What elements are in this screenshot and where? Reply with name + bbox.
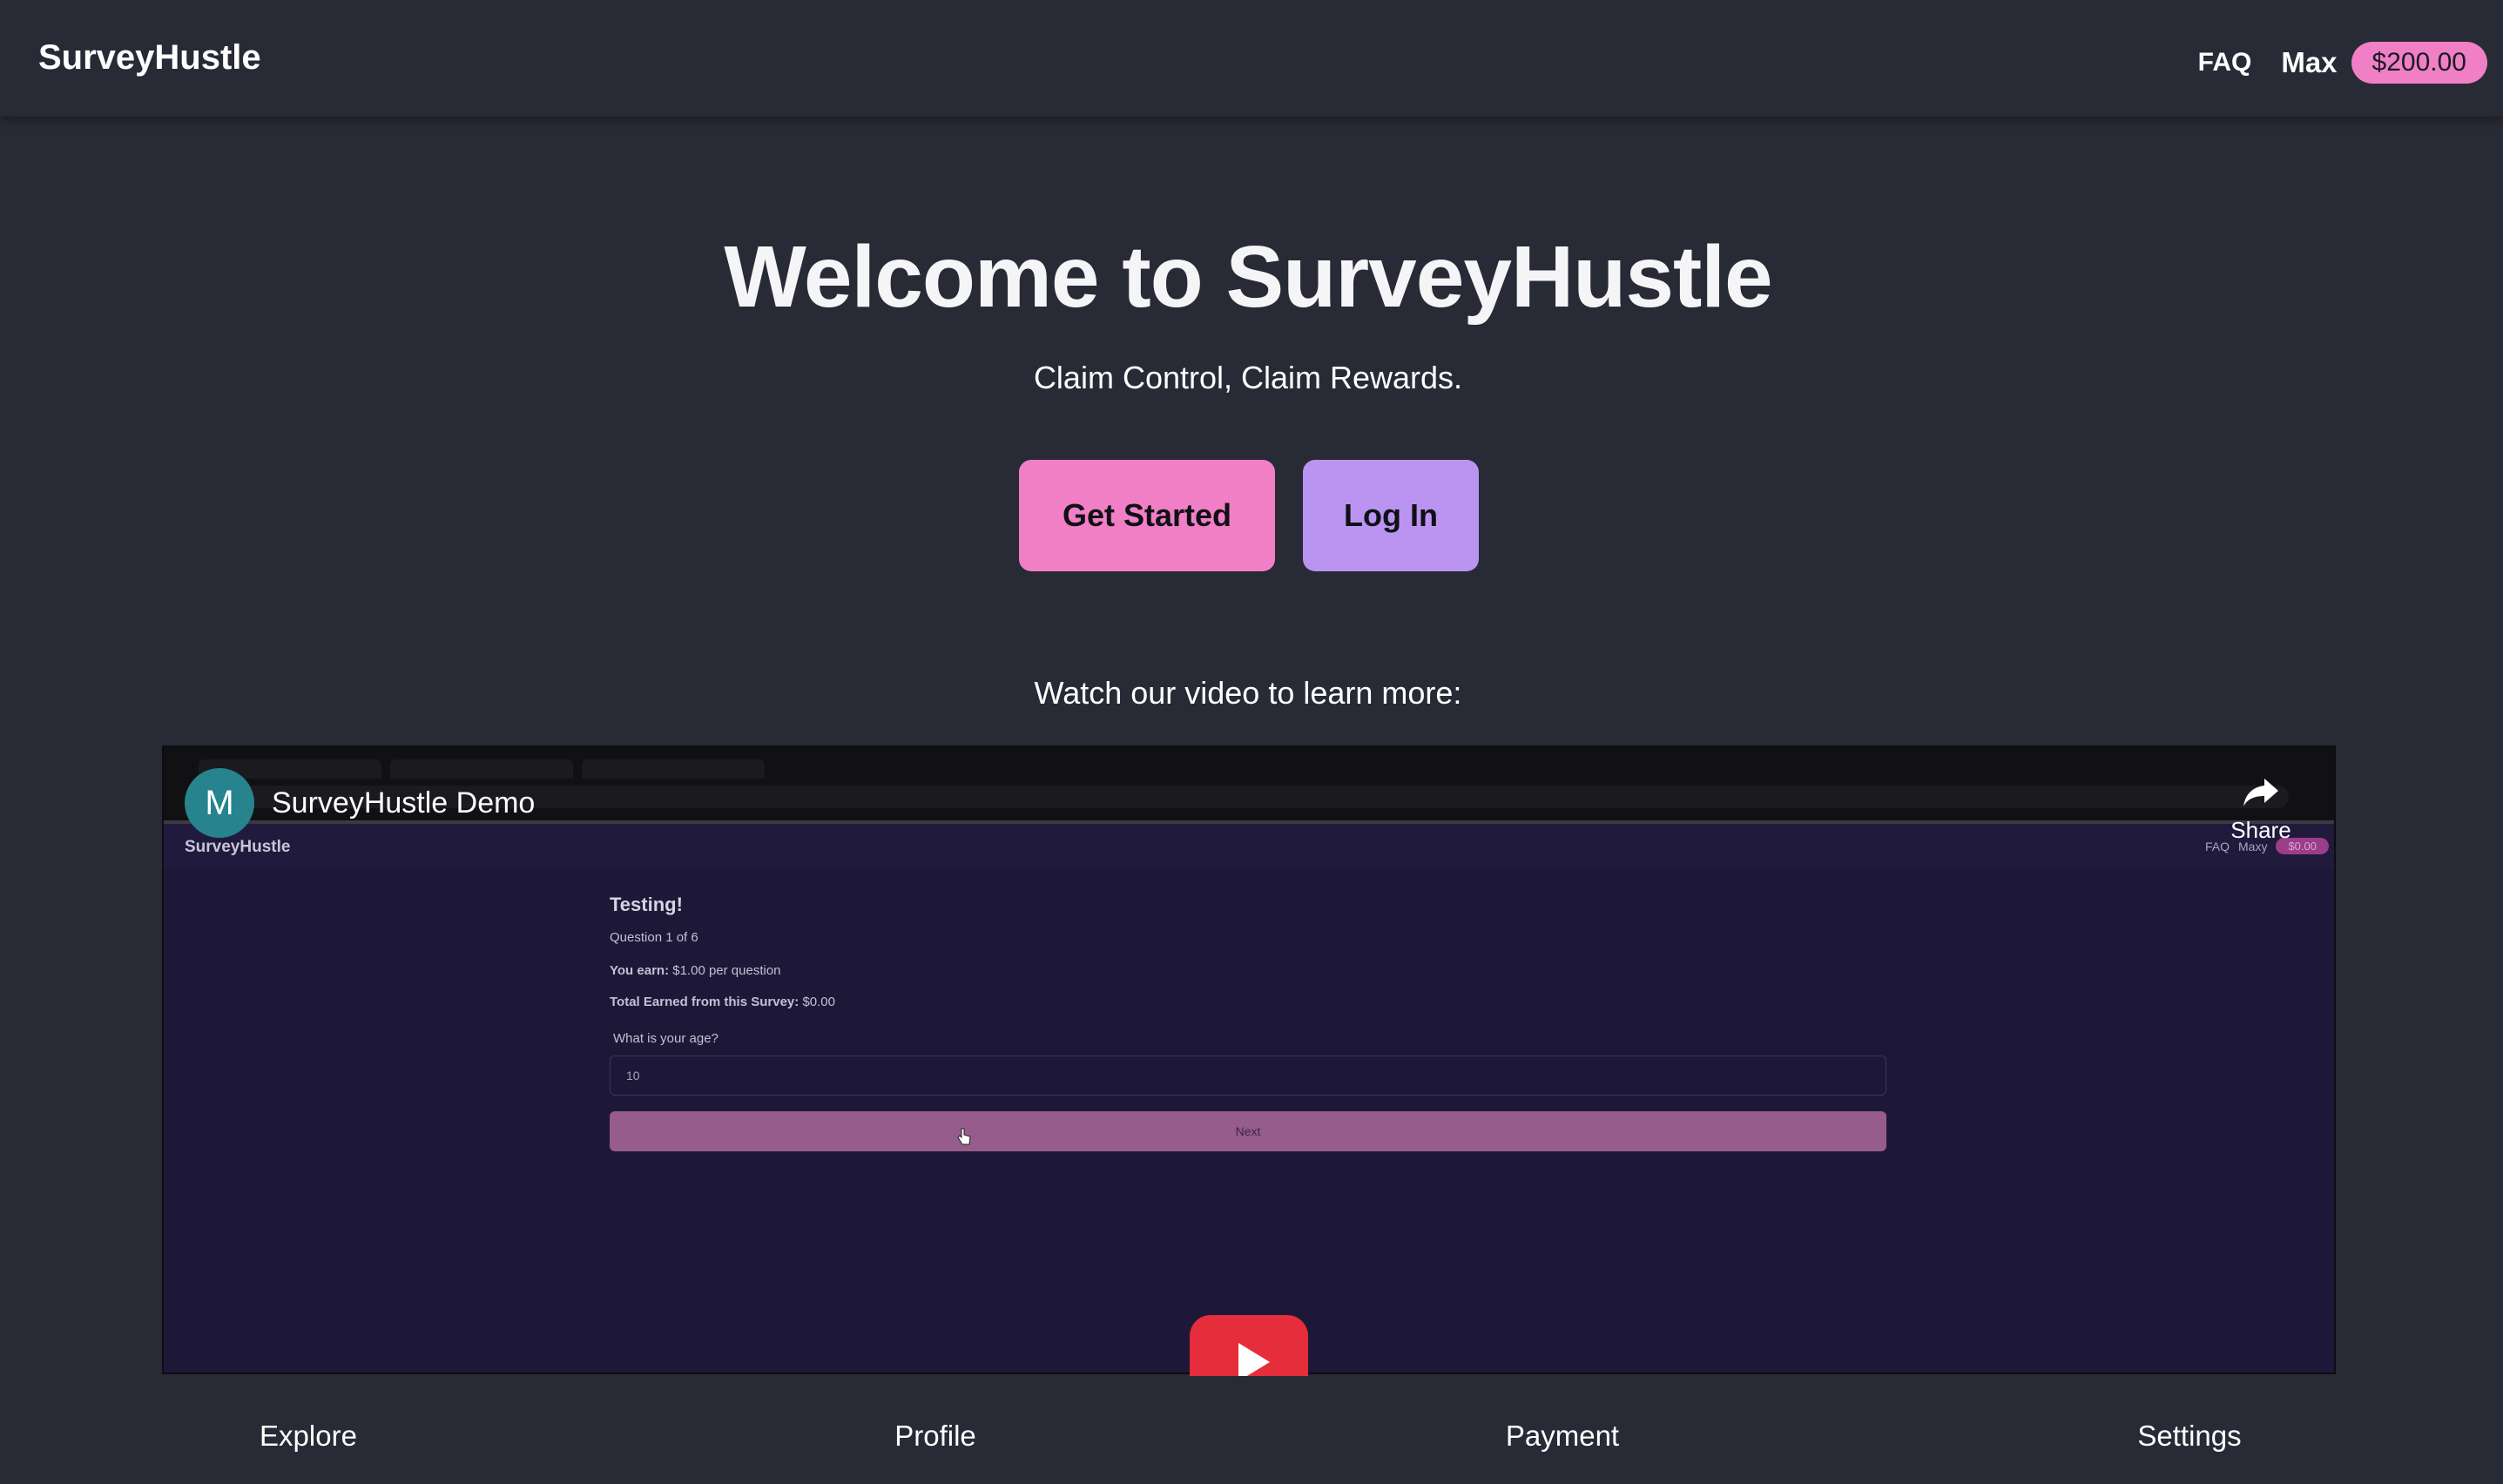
get-started-button[interactable]: Get Started [1019,460,1275,571]
video-preview-total-label: Total Earned from this Survey: [610,995,799,1009]
bottom-nav-payment[interactable]: Payment [1388,1420,1737,1453]
share-button[interactable]: Share [2226,770,2296,844]
video-preview-total: Total Earned from this Survey: $0.00 [610,995,835,1009]
mouse-cursor-icon [957,1128,971,1145]
video-preview-next-button: Next [610,1111,1886,1151]
channel-avatar[interactable]: M [185,768,254,838]
nav-right: FAQ Max $200.00 [2198,42,2487,84]
user-menu[interactable]: Max [2281,46,2337,79]
video-preview-question: What is your age? [613,1031,719,1046]
video-caption: Watch our video to learn more: [1034,675,1462,711]
share-icon [2243,779,2278,806]
video-title[interactable]: SurveyHustle Demo [272,786,535,821]
share-label: Share [2230,817,2291,843]
video-preview-app-nav [164,820,2334,869]
video-preview-tab [390,759,573,779]
video-preview-question-counter: Question 1 of 6 [610,930,698,945]
video-preview-earn: You earn: $1.00 per question [610,963,781,978]
hero-title: Welcome to SurveyHustle [724,228,1772,326]
bottom-nav-explore[interactable]: Explore [134,1420,482,1453]
log-in-button[interactable]: Log In [1303,460,1479,571]
video-preview-survey-title: Testing! [610,894,683,915]
hero-subtitle: Claim Control, Claim Rewards. [1033,360,1463,395]
balance-badge[interactable]: $200.00 [2351,42,2487,84]
faq-link[interactable]: FAQ [2198,48,2252,78]
video-preview-answer-field: 10 [610,1056,1886,1096]
brand-logo-link[interactable]: SurveyHustle [38,37,261,78]
video-preview-earn-value: $1.00 per question [672,963,781,978]
bottom-nav-settings[interactable]: Settings [2015,1420,2364,1453]
bottom-nav: Explore Profile Payment Settings [0,1376,2503,1484]
bottom-nav-profile[interactable]: Profile [761,1420,1110,1453]
video-preview-tabs [199,759,765,779]
top-navbar: SurveyHustle FAQ Max $200.00 [0,0,2503,117]
video-preview-tab [582,759,765,779]
video-preview-earn-label: You earn: [610,963,670,978]
video-preview-brand: SurveyHustle [185,838,291,856]
video-preview-total-value: $0.00 [802,995,835,1009]
